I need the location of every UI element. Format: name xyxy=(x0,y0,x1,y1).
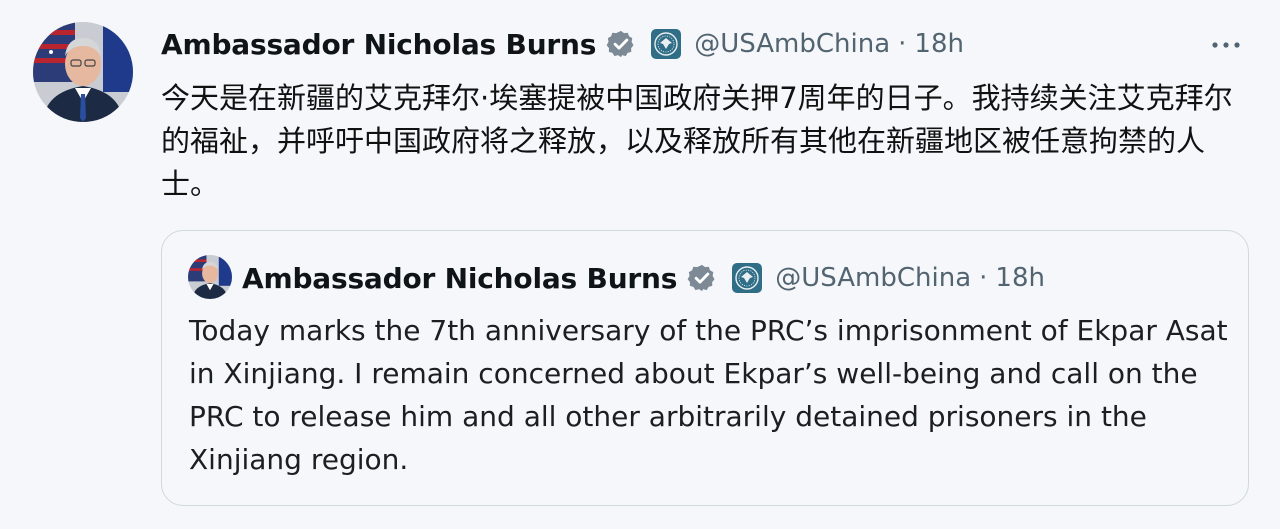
separator-dot: · xyxy=(979,263,988,293)
author-name[interactable]: Ambassador Nicholas Burns xyxy=(161,28,596,61)
more-horizontal-icon[interactable] xyxy=(1206,30,1246,60)
verified-badge-icon[interactable] xyxy=(687,263,717,293)
quoted-timestamp[interactable]: 18h xyxy=(995,263,1045,293)
timestamp[interactable]: 18h xyxy=(914,29,964,59)
us-embassy-seal-icon[interactable] xyxy=(731,262,763,294)
separator-dot: · xyxy=(898,29,907,59)
tweet-text: 今天是在新疆的艾克拜尔·埃塞提被中国政府关押7周年的日子。我持续关注艾克拜尔的福… xyxy=(161,81,1233,201)
quoted-author-handle[interactable]: @USAmbChina xyxy=(775,263,971,293)
tweet[interactable]: Ambassador Nicholas Burns @USAmbChina · … xyxy=(0,0,1280,529)
us-embassy-seal-icon[interactable] xyxy=(650,28,682,60)
quoted-tweet-header: Ambassador Nicholas Burns @USAmbChina · … xyxy=(242,257,1045,299)
quoted-tweet[interactable]: Ambassador Nicholas Burns @USAmbChina · … xyxy=(161,230,1249,506)
tweet-header: Ambassador Nicholas Burns @USAmbChina · … xyxy=(161,24,964,64)
quoted-author-avatar[interactable] xyxy=(188,255,232,299)
quoted-tweet-text: Today marks the 7th anniversary of the P… xyxy=(189,314,1228,476)
verified-badge-icon[interactable] xyxy=(606,29,636,59)
quoted-author-name[interactable]: Ambassador Nicholas Burns xyxy=(242,262,677,295)
author-handle[interactable]: @USAmbChina xyxy=(694,29,890,59)
author-avatar[interactable] xyxy=(33,22,133,122)
